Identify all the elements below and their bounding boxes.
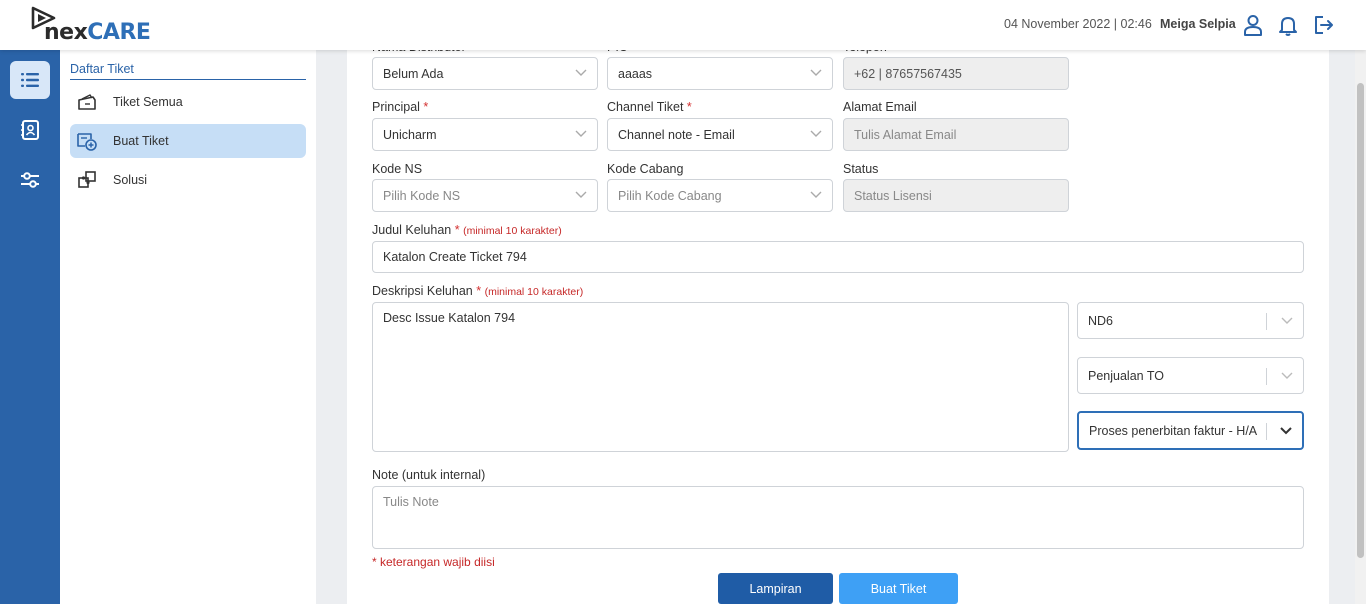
channel-tiket-select[interactable]: Channel note - Email — [607, 118, 833, 151]
ticket-sidebar: Daftar Tiket Tiket Semua Buat Tiket Solu… — [60, 50, 316, 604]
status-label: Status — [843, 162, 879, 176]
note-label: Note (untuk internal) — [372, 468, 486, 482]
note-textarea[interactable]: Tulis Note — [372, 486, 1304, 549]
category-level-2-value: Penjualan TO — [1088, 368, 1164, 383]
nama-distributor-select[interactable]: Belum Ada — [372, 57, 598, 90]
icon-rail — [0, 50, 60, 604]
chevron-down-icon — [1281, 372, 1293, 379]
ticket-icon — [76, 91, 98, 113]
principal-value: Unicharm — [383, 127, 437, 142]
sliders-icon — [21, 172, 39, 188]
sidebar-item-label: Buat Tiket — [113, 134, 169, 148]
puzzle-icon — [76, 169, 98, 191]
telepon-value: +62 | 87657567435 — [854, 66, 962, 81]
kode-ns-placeholder: Pilih Kode NS — [383, 188, 461, 203]
category-level-3-select[interactable]: Proses penerbitan faktur - H/A — [1077, 411, 1304, 450]
principal-select[interactable]: Unicharm — [372, 118, 598, 151]
pic-select[interactable]: aaaas — [607, 57, 833, 90]
lampiran-button[interactable]: Lampiran — [718, 573, 833, 604]
nexcare-logo[interactable]: nexCARE — [30, 6, 160, 46]
rail-contacts-button[interactable] — [10, 111, 50, 149]
notification-bell-icon[interactable] — [1276, 13, 1300, 37]
category-level-2-select[interactable]: Penjualan TO — [1077, 357, 1304, 394]
category-level-3-value: Proses penerbitan faktur - H/A — [1089, 423, 1258, 438]
channel-tiket-value: Channel note - Email — [618, 127, 735, 142]
header-user-name: Meiga Selpia — [1160, 17, 1236, 31]
chevron-down-icon — [1280, 427, 1292, 435]
note-placeholder: Tulis Note — [383, 495, 439, 509]
rail-settings-button[interactable] — [10, 161, 50, 199]
sidebar-item-solusi[interactable]: Solusi — [70, 163, 306, 197]
status-field: Status Lisensi — [843, 179, 1069, 212]
list-icon — [21, 73, 39, 87]
sidebar-item-label: Solusi — [113, 173, 148, 187]
judul-keluhan-label: Judul Keluhan * (minimal 10 karakter) — [372, 223, 562, 237]
category-level-1-select[interactable]: ND6 — [1077, 302, 1304, 339]
kode-ns-select[interactable]: Pilih Kode NS — [372, 179, 598, 212]
rail-tickets-button[interactable] — [10, 61, 50, 99]
chevron-down-icon — [575, 69, 587, 76]
alamat-email-field: Tulis Alamat Email — [843, 118, 1069, 151]
judul-keluhan-input[interactable]: Katalon Create Ticket 794 — [372, 241, 1304, 273]
telepon-field: +62 | 87657567435 — [843, 57, 1069, 90]
chevron-down-icon — [810, 130, 822, 137]
channel-tiket-label: Channel Tiket * — [607, 100, 692, 114]
logo-text: nexCARE — [44, 20, 151, 45]
scrollbar-thumb[interactable] — [1357, 83, 1364, 558]
logout-icon[interactable] — [1311, 13, 1335, 37]
required-fields-note: * keterangan wajib diisi — [372, 555, 495, 569]
chevron-down-icon — [1281, 317, 1293, 324]
sidebar-item-tiket-semua[interactable]: Tiket Semua — [70, 85, 306, 119]
kode-cabang-placeholder: Pilih Kode Cabang — [618, 188, 722, 203]
sidebar-title: Daftar Tiket — [70, 62, 306, 80]
buat-tiket-button[interactable]: Buat Tiket — [839, 573, 958, 604]
judul-keluhan-value: Katalon Create Ticket 794 — [383, 250, 527, 264]
select-separator — [1266, 423, 1267, 440]
ticket-add-icon — [76, 130, 98, 152]
create-ticket-form: Nama Distributor Belum Ada PIC aaaas Tel… — [347, 40, 1329, 604]
user-profile-icon[interactable] — [1241, 13, 1265, 37]
sidebar-item-buat-tiket[interactable]: Buat Tiket — [70, 124, 306, 158]
kode-cabang-select[interactable]: Pilih Kode Cabang — [607, 179, 833, 212]
header-datetime: 04 November 2022 | 02:46 — [1004, 17, 1152, 31]
nama-distributor-value: Belum Ada — [383, 66, 444, 81]
deskripsi-keluhan-label: Deskripsi Keluhan * (minimal 10 karakter… — [372, 284, 584, 298]
alamat-email-label: Alamat Email — [843, 100, 917, 114]
page-scrollbar[interactable] — [1355, 50, 1366, 604]
chevron-down-icon — [810, 69, 822, 76]
pic-value: aaaas — [618, 66, 653, 81]
status-placeholder: Status Lisensi — [854, 188, 932, 203]
sidebar-item-label: Tiket Semua — [113, 95, 183, 109]
deskripsi-keluhan-value: Desc Issue Katalon 794 — [383, 311, 516, 325]
category-level-1-value: ND6 — [1088, 313, 1114, 328]
contact-book-icon — [21, 120, 39, 140]
select-separator — [1266, 368, 1267, 385]
principal-label: Principal * — [372, 100, 429, 114]
chevron-down-icon — [575, 130, 587, 137]
deskripsi-keluhan-textarea[interactable]: Desc Issue Katalon 794 — [372, 302, 1069, 452]
select-separator — [1266, 313, 1267, 330]
top-header: nexCARE 04 November 2022 | 02:46 Meiga S… — [0, 0, 1366, 50]
alamat-email-placeholder: Tulis Alamat Email — [854, 127, 957, 142]
chevron-down-icon — [810, 191, 822, 198]
chevron-down-icon — [575, 191, 587, 198]
kode-ns-label: Kode NS — [372, 162, 423, 176]
kode-cabang-label: Kode Cabang — [607, 162, 684, 176]
